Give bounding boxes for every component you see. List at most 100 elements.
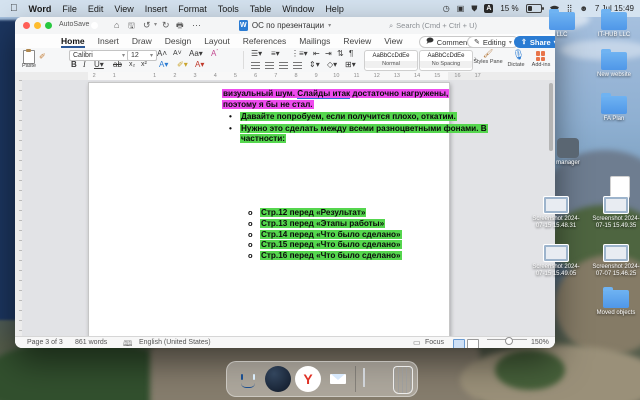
minimized-window-dock-icon[interactable] — [363, 368, 365, 387]
screen-record-icon[interactable]: ▣ — [457, 4, 465, 13]
document-page[interactable]: визуальный шум. Слайды итак достаточно н… — [88, 82, 450, 338]
align-left-button[interactable] — [251, 62, 260, 69]
window-titlebar[interactable]: AutoSave ⌂ 🖫 ↺ ▾ ↻ 🖶 ⋯ W ОС по презентац… — [15, 17, 555, 35]
document-text[interactable]: визуальный шум. Слайды итак достаточно н… — [89, 83, 449, 337]
menu-item[interactable]: View — [114, 4, 133, 14]
trash-dock-icon[interactable] — [393, 366, 413, 394]
paste-icon[interactable] — [23, 50, 35, 64]
apple-menu-icon[interactable]:  — [10, 3, 18, 14]
focus-button[interactable]: Focus — [425, 339, 444, 346]
numbering-button[interactable]: ≡▾ — [271, 49, 280, 59]
strikethrough-button[interactable]: ab — [113, 60, 122, 70]
zoom-window-button[interactable] — [45, 22, 52, 29]
menu-item[interactable]: Format — [178, 4, 207, 14]
ribbon-tab[interactable]: Layout — [204, 36, 230, 46]
editing-mode-button[interactable]: ✎ Editing ▾ — [467, 36, 519, 48]
proofing-icon[interactable]: 🕮 — [123, 338, 132, 348]
styles-pane-icon[interactable]: 🖌 — [483, 49, 493, 59]
desktop-icon-manager[interactable]: manager — [540, 138, 596, 167]
paste-label[interactable]: Paste — [15, 64, 43, 70]
show-paragraph-marks-icon[interactable]: ¶ — [349, 49, 353, 59]
add-ins-label[interactable]: Add-ins — [526, 63, 555, 69]
zoom-percent[interactable]: 150% — [531, 339, 549, 346]
minimize-window-button[interactable] — [34, 22, 41, 29]
ribbon-tab[interactable]: Draw — [132, 36, 152, 46]
save-icon[interactable]: 🖫 — [128, 17, 135, 34]
dictate-icon[interactable]: 🎙 — [512, 50, 525, 61]
document-canvas[interactable]: визуальный шум. Слайды итак достаточно н… — [22, 80, 555, 336]
undo-menu-chevron-icon[interactable]: ▾ — [154, 17, 157, 34]
line-spacing-button[interactable]: ⇕▾ — [309, 60, 320, 70]
clear-formatting-icon[interactable]: A𝄒 — [211, 49, 218, 59]
sort-icon[interactable]: ⇅ — [337, 49, 344, 59]
web-layout-view-button[interactable] — [467, 339, 479, 348]
language-indicator[interactable]: English (United States) — [139, 339, 211, 346]
ribbon-tab[interactable]: View — [384, 36, 402, 46]
subscript-button[interactable]: x₂ — [129, 60, 135, 70]
desktop-icon-new-website[interactable]: New website — [586, 52, 640, 79]
menu-item[interactable]: Insert — [145, 4, 168, 14]
highlight-color-button[interactable]: ✐▾ — [177, 60, 188, 70]
input-source-icon[interactable]: A — [484, 4, 493, 13]
bold-button[interactable]: B — [71, 60, 77, 70]
change-case-icon[interactable]: Aa▾ — [189, 49, 203, 59]
clock-extra-icon[interactable]: ◷ — [443, 4, 450, 13]
ribbon-tab[interactable]: Mailings — [299, 36, 330, 46]
bullets-button[interactable]: ☰▾ — [251, 49, 262, 59]
close-window-button[interactable] — [23, 22, 30, 29]
ribbon-tab[interactable]: Design — [165, 36, 191, 46]
shading-button[interactable]: ◇▾ — [327, 60, 337, 70]
styles-pane-label[interactable]: Styles Pane — [473, 60, 503, 66]
yandex-dock-icon[interactable]: Y — [295, 366, 321, 392]
desktop-icon-it-hub[interactable]: IT-HUB LLC — [586, 12, 640, 39]
page-indicator[interactable]: Page 3 of 3 — [27, 339, 63, 346]
grow-font-icon[interactable]: A˄ — [157, 49, 167, 59]
shrink-font-icon[interactable]: A˅ — [173, 49, 182, 59]
text-effects-icon[interactable]: A▾ — [159, 60, 168, 70]
multilevel-list-button[interactable]: ⋮≡▾ — [291, 49, 308, 59]
menu-item[interactable]: Edit — [88, 4, 104, 14]
menu-item[interactable]: Table — [250, 4, 272, 14]
home-icon[interactable]: ⌂ — [114, 17, 119, 34]
ribbon-tab[interactable]: References — [243, 36, 286, 46]
desktop-icon-screenshot-2[interactable]: Screenshot 2024-07-15 15.49.35 — [588, 196, 640, 229]
menu-item[interactable]: File — [62, 4, 77, 14]
print-layout-view-button[interactable] — [453, 339, 465, 348]
decrease-indent-icon[interactable]: ⇤ — [313, 49, 320, 59]
zoom-slider-knob[interactable] — [505, 337, 513, 345]
ribbon-tab[interactable]: Insert — [98, 36, 119, 46]
font-color-button[interactable]: A▾ — [195, 60, 204, 70]
add-ins-icon[interactable] — [536, 51, 546, 61]
desktop-icon-screenshot-4[interactable]: Screenshot 2024-07-07 15.46.25 — [588, 244, 640, 277]
align-center-button[interactable] — [265, 62, 274, 69]
desktop-icon-screenshot-3[interactable]: Screenshot 2024-07-15 15.49.05 — [528, 244, 584, 277]
style-no-spacing[interactable]: AaBbCcDdEe No Spacing — [419, 50, 473, 71]
shield-icon[interactable]: ⛊ — [471, 4, 477, 14]
focus-icon[interactable]: ▭ — [413, 338, 421, 347]
italic-button[interactable]: I — [83, 60, 86, 70]
desktop-icon-llc[interactable]: LLC — [534, 12, 590, 39]
menu-item[interactable]: Window — [282, 4, 314, 14]
desktop-icon-screenshot-1[interactable]: Screenshot 2024-07-15 15.48.31 — [528, 196, 584, 229]
underline-button[interactable]: U▾ — [94, 60, 104, 70]
format-painter-icon[interactable]: ✐ — [39, 52, 46, 62]
menu-item[interactable]: Help — [325, 4, 344, 14]
ribbon-tab[interactable]: Home — [61, 36, 85, 46]
search-field[interactable]: ⌕ Search (Cmd + Ctrl + U) — [389, 17, 477, 34]
word-count[interactable]: 861 words — [75, 339, 107, 346]
desktop-icon-moved-objects[interactable]: Moved objects — [588, 290, 640, 317]
desktop-icon-fa-plan[interactable]: FA Plan — [586, 96, 640, 123]
align-right-button[interactable] — [279, 62, 288, 69]
undo-icon[interactable]: ↺ — [143, 17, 151, 34]
menu-item[interactable]: Tools — [218, 4, 239, 14]
increase-indent-icon[interactable]: ⇥ — [325, 49, 332, 59]
zoom-slider[interactable] — [487, 339, 527, 340]
justify-button[interactable] — [293, 62, 302, 69]
borders-button[interactable]: ⊞▾ — [345, 60, 356, 70]
document-title[interactable]: W ОС по презентации ▾ — [165, 17, 405, 34]
browser-dock-icon[interactable] — [265, 366, 291, 392]
superscript-button[interactable]: x² — [141, 60, 147, 70]
ribbon-tab[interactable]: Review — [343, 36, 371, 46]
style-normal[interactable]: AaBbCcDdEe Normal — [364, 50, 418, 71]
menu-item[interactable]: Word — [29, 4, 52, 14]
